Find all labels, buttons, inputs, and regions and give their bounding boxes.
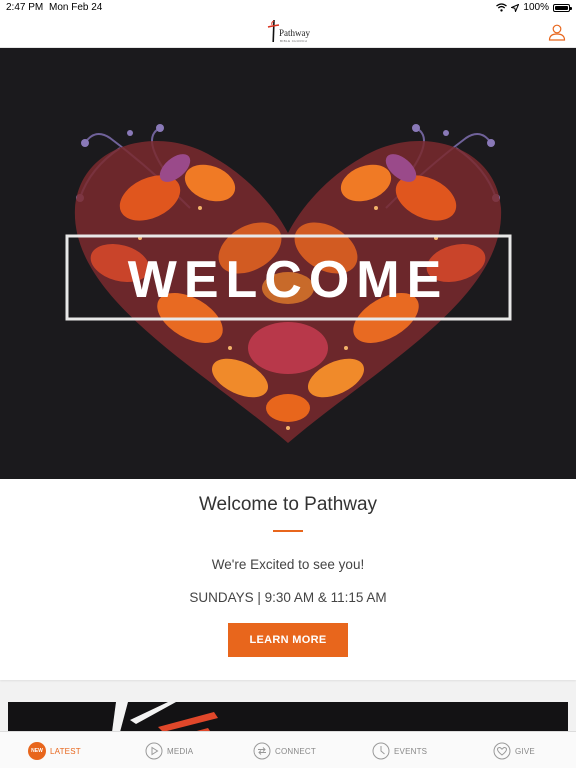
card-title: Welcome to Pathway: [198, 494, 378, 515]
tab-media-label: MEDIA: [167, 746, 194, 756]
logo-name: Pathway: [279, 28, 310, 38]
learn-more-button[interactable]: LEARN MORE: [228, 623, 348, 657]
tab-events-label: EVENTS: [394, 746, 428, 756]
status-bar: 2:47 PM Mon Feb 24 100%: [0, 0, 576, 16]
welcome-banner-text: WELCOME: [128, 251, 449, 309]
play-icon: [145, 742, 163, 760]
tab-connect-label: CONNECT: [275, 746, 316, 756]
battery-percent: 100%: [523, 2, 549, 13]
wifi-icon: [496, 3, 508, 12]
battery-icon: [553, 3, 572, 12]
new-badge-icon: NEW: [28, 742, 46, 760]
tab-latest-label: LATEST: [50, 746, 81, 756]
clock-icon: [372, 742, 390, 760]
tab-give-label: GIVE: [515, 746, 535, 756]
bottom-tab-bar: NEW LATEST MEDIA CONNECT EVENTS GIVE: [0, 731, 576, 768]
tab-events[interactable]: EVENTS: [372, 740, 427, 762]
tab-latest[interactable]: NEW LATEST: [28, 740, 81, 762]
card-subtitle: We're Excited to see you!: [211, 557, 365, 572]
nav-bar: Pathway BIBLE CHURCH: [0, 16, 576, 48]
pathway-logo: Pathway BIBLE CHURCH: [267, 19, 311, 45]
welcome-hero-image[interactable]: WELCOME: [0, 48, 576, 479]
service-times: SUNDAYS | 9:30 AM & 11:15 AM: [189, 590, 387, 605]
profile-icon[interactable]: [548, 23, 566, 41]
tab-give[interactable]: GIVE: [493, 740, 535, 762]
autumn-leaf-heart-artwork: WELCOME: [0, 48, 576, 479]
status-date: Mon Feb 24: [49, 2, 103, 13]
title-divider: [273, 530, 303, 532]
tab-media[interactable]: MEDIA: [145, 740, 193, 762]
status-indicators: 100%: [496, 2, 572, 13]
tab-connect[interactable]: CONNECT: [253, 740, 316, 762]
location-arrow-icon: [511, 3, 520, 12]
connect-icon: [253, 742, 271, 760]
app-screen: 2:47 PM Mon Feb 24 100% Pathway BIBLE CH…: [0, 0, 576, 768]
welcome-card: Welcome to Pathway We're Excited to see …: [0, 479, 576, 680]
status-time: 2:47 PM: [6, 2, 44, 13]
logo-subtitle: BIBLE CHURCH: [280, 39, 308, 43]
heart-icon: [493, 742, 511, 760]
